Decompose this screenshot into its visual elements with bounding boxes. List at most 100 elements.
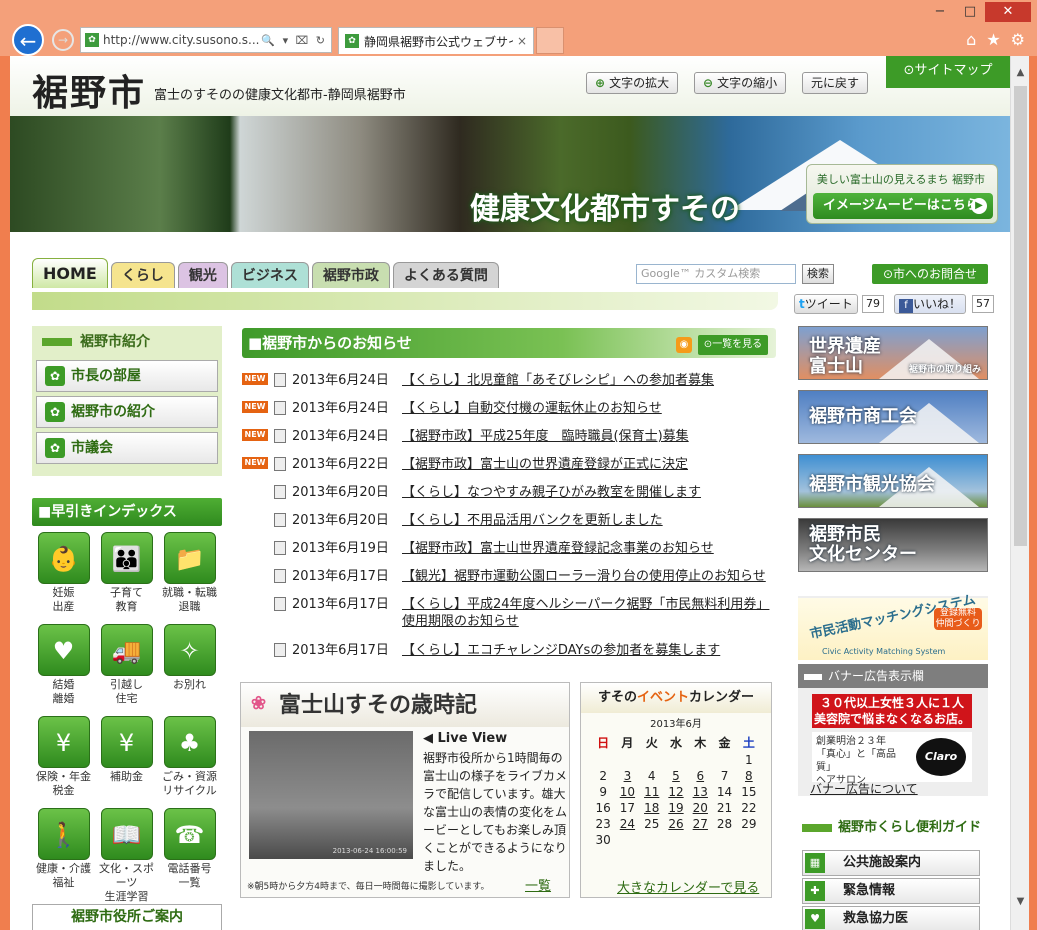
big-calendar-link[interactable]: 大きなカレンダーで見る	[617, 877, 759, 896]
site-logo[interactable]: 裾野市	[32, 64, 146, 116]
gear-icon[interactable]: ⚙	[1011, 30, 1025, 49]
banner-chamber-of-commerce[interactable]: 裾野市商工会	[798, 390, 988, 444]
calendar-day[interactable]: 26	[664, 817, 688, 831]
image-movie-box[interactable]: 美しい富士山の見えるまち 裾野市 イメージムービーはこちら ▶	[806, 164, 998, 224]
zoom-out-button[interactable]: ⊖ 文字の縮小	[694, 72, 787, 94]
banner-world-heritage[interactable]: 世界遺産 富士山 裾野市の取り組み	[798, 326, 988, 380]
search-button[interactable]: 検索	[802, 264, 834, 284]
back-button[interactable]: ←	[12, 24, 44, 56]
scroll-up-arrow-icon[interactable]: ▲	[1011, 64, 1030, 81]
tab-faq[interactable]: よくある質問	[392, 262, 499, 288]
home-icon[interactable]: ⌂	[966, 30, 976, 49]
news-title-link[interactable]: 【くらし】平成24年度ヘルシーパーク裾野「市民無料利用券」使用期限のお知らせ	[402, 596, 782, 630]
news-title-link[interactable]: 【観光】裾野市運動公園ローラー滑り台の使用停止のお知らせ	[402, 568, 782, 585]
calendar-day	[640, 753, 664, 767]
news-list-button[interactable]: ⊙一覧を見る	[698, 335, 768, 355]
browser-tab[interactable]: ✿ 静岡県裾野市公式ウェブサイ... ×	[338, 27, 534, 54]
calendar-day: 29	[741, 817, 757, 831]
calendar-day[interactable]: 13	[688, 785, 712, 799]
saijiki-more-link[interactable]: 一覧	[525, 875, 551, 894]
index-item[interactable]: ♥ 結婚 離婚	[32, 624, 95, 716]
calendar-day[interactable]: 10	[615, 785, 639, 799]
tweet-button[interactable]: tツイート	[794, 294, 858, 314]
index-item[interactable]: 🚚 引越し 住宅	[95, 624, 158, 716]
image-movie-label: イメージムービーはこちら	[823, 198, 979, 213]
calendar-day[interactable]: 8	[737, 769, 761, 783]
banner-tourism-association[interactable]: 裾野市観光協会	[798, 454, 988, 508]
news-title-link[interactable]: 【裾野市政】富士山世界遺産登録記念事業のお知らせ	[402, 540, 782, 557]
address-tools-icon[interactable]: 🔍 ▾ ⌧ ↻	[261, 34, 327, 47]
news-title-link[interactable]: 【くらし】北児童館「あそびレシピ」への参加者募集	[402, 372, 782, 389]
scroll-down-arrow-icon[interactable]: ▼	[1011, 893, 1030, 910]
index-item[interactable]: ☎ 電話番号 一覧	[158, 808, 221, 900]
calendar-day[interactable]: 5	[664, 769, 688, 783]
tab-close-icon[interactable]: ×	[517, 34, 527, 48]
tab-home[interactable]: HOME	[32, 258, 108, 288]
news-title-link[interactable]: 【くらし】不用品活用バンクを更新しました	[402, 512, 782, 529]
minimize-button[interactable]: −	[925, 2, 955, 22]
tab-kanko[interactable]: 観光	[177, 262, 228, 288]
calendar-day[interactable]: 18	[640, 801, 664, 815]
calendar-day[interactable]: 6	[688, 769, 712, 783]
main-nav: HOME くらし 観光 ビジネス 裾野市政 よくある質問	[32, 258, 499, 288]
contact-button[interactable]: ⊙市へのお問合せ	[872, 264, 988, 284]
image-movie-button[interactable]: イメージムービーはこちら ▶	[813, 193, 993, 219]
calendar-day: 2	[599, 769, 607, 783]
index-item[interactable]: 🚶 健康・介護 福祉	[32, 808, 95, 900]
reset-size-button[interactable]: 元に戻す	[802, 72, 869, 94]
index-item[interactable]: 👪 子育て 教育	[95, 532, 158, 624]
like-button[interactable]: f いいね！	[894, 294, 966, 314]
vertical-scrollbar[interactable]: ▲ ▼	[1010, 56, 1029, 930]
tab-business[interactable]: ビジネス	[230, 262, 309, 288]
new-badge: NEW	[242, 429, 268, 441]
news-title-link[interactable]: 【くらし】エコチャレンジDAYsの参加者を募集します	[402, 642, 782, 659]
calendar-day: 15	[741, 785, 757, 799]
scroll-thumb[interactable]	[1014, 86, 1027, 546]
news-title-link[interactable]: 【裾野市政】富士山の世界遺産登録が正式に決定	[402, 456, 782, 473]
news-title-link[interactable]: 【くらし】なつやすみ親子ひがみ教室を開催します	[402, 484, 782, 501]
index-item[interactable]: ✧ お別れ	[158, 624, 221, 716]
guide-item-facilities[interactable]: ▦ 公共施設案内	[802, 850, 980, 876]
guide-heading: 裾野市くらし便利ガイド	[798, 816, 988, 840]
news-title-link[interactable]: 【くらし】自動交付機の運転休止のお知らせ	[402, 400, 782, 417]
search-input[interactable]: Google™ カスタム検索	[636, 264, 796, 284]
calendar-day[interactable]: 12	[664, 785, 688, 799]
rss-icon[interactable]: ◉	[676, 337, 692, 353]
index-item[interactable]: ¥ 補助金	[95, 716, 158, 808]
tab-kurashi[interactable]: くらし	[110, 262, 175, 288]
calendar-day[interactable]: 24	[615, 817, 639, 831]
index-item[interactable]: 📖 文化・スポーツ 生涯学習	[95, 808, 158, 903]
intro-item-mayor[interactable]: ✿ 市長の部屋	[36, 360, 218, 392]
close-button[interactable]: ✕	[985, 2, 1031, 22]
civic-matching-banner[interactable]: 市民活動マッチングシステム 登録無料 仲間づくり Civic Activity …	[798, 593, 988, 660]
calendar-day: 21	[716, 801, 733, 815]
index-item[interactable]: ¥ 保険・年金 税金	[32, 716, 95, 808]
index-item[interactable]: 👶 妊娠 出産	[32, 532, 95, 624]
news-title-link[interactable]: 【裾野市政】平成25年度 臨時職員(保育士)募集	[402, 428, 782, 445]
calendar-day[interactable]: 27	[688, 817, 712, 831]
intro-item-city[interactable]: ✿ 裾野市の紹介	[36, 396, 218, 428]
ad-info-link[interactable]: バナー広告について	[810, 780, 918, 797]
live-camera-image[interactable]: 2013-06-24 16:00:59	[249, 731, 413, 859]
index-item[interactable]: 📁 就職・転職 退職	[158, 532, 221, 624]
calendar-day[interactable]: 11	[640, 785, 664, 799]
star-icon[interactable]: ★	[986, 30, 1000, 49]
sitemap-link[interactable]: ⊙サイトマップ	[886, 56, 1010, 88]
intro-item-council[interactable]: ✿ 市議会	[36, 432, 218, 464]
banner-culture-center[interactable]: 裾野市民 文化センター	[798, 518, 988, 572]
zoom-in-label: 文字の拡大	[609, 76, 670, 90]
new-tab-button[interactable]	[536, 27, 564, 54]
maximize-button[interactable]: □	[955, 2, 985, 22]
guide-item-emergency[interactable]: ✚ 緊急情報	[802, 878, 980, 904]
zoom-in-button[interactable]: ⊕ 文字の拡大	[586, 72, 679, 94]
calendar-day[interactable]: 20	[688, 801, 712, 815]
calendar-day[interactable]: 19	[664, 801, 688, 815]
city-office-link[interactable]: 裾野市役所ご案内	[32, 904, 222, 930]
tab-shisei[interactable]: 裾野市政	[311, 262, 390, 288]
address-bar[interactable]: ✿ http://www.city.susono.s... 🔍 ▾ ⌧ ↻	[80, 27, 332, 53]
address-text[interactable]: http://www.city.susono.s...	[103, 33, 261, 47]
forward-button[interactable]: →	[52, 29, 74, 51]
calendar-day[interactable]: 3	[615, 769, 639, 783]
guide-item-doctor[interactable]: ♥ 救急協力医	[802, 906, 980, 930]
index-item[interactable]: ♣ ごみ・資源 リサイクル	[158, 716, 221, 808]
